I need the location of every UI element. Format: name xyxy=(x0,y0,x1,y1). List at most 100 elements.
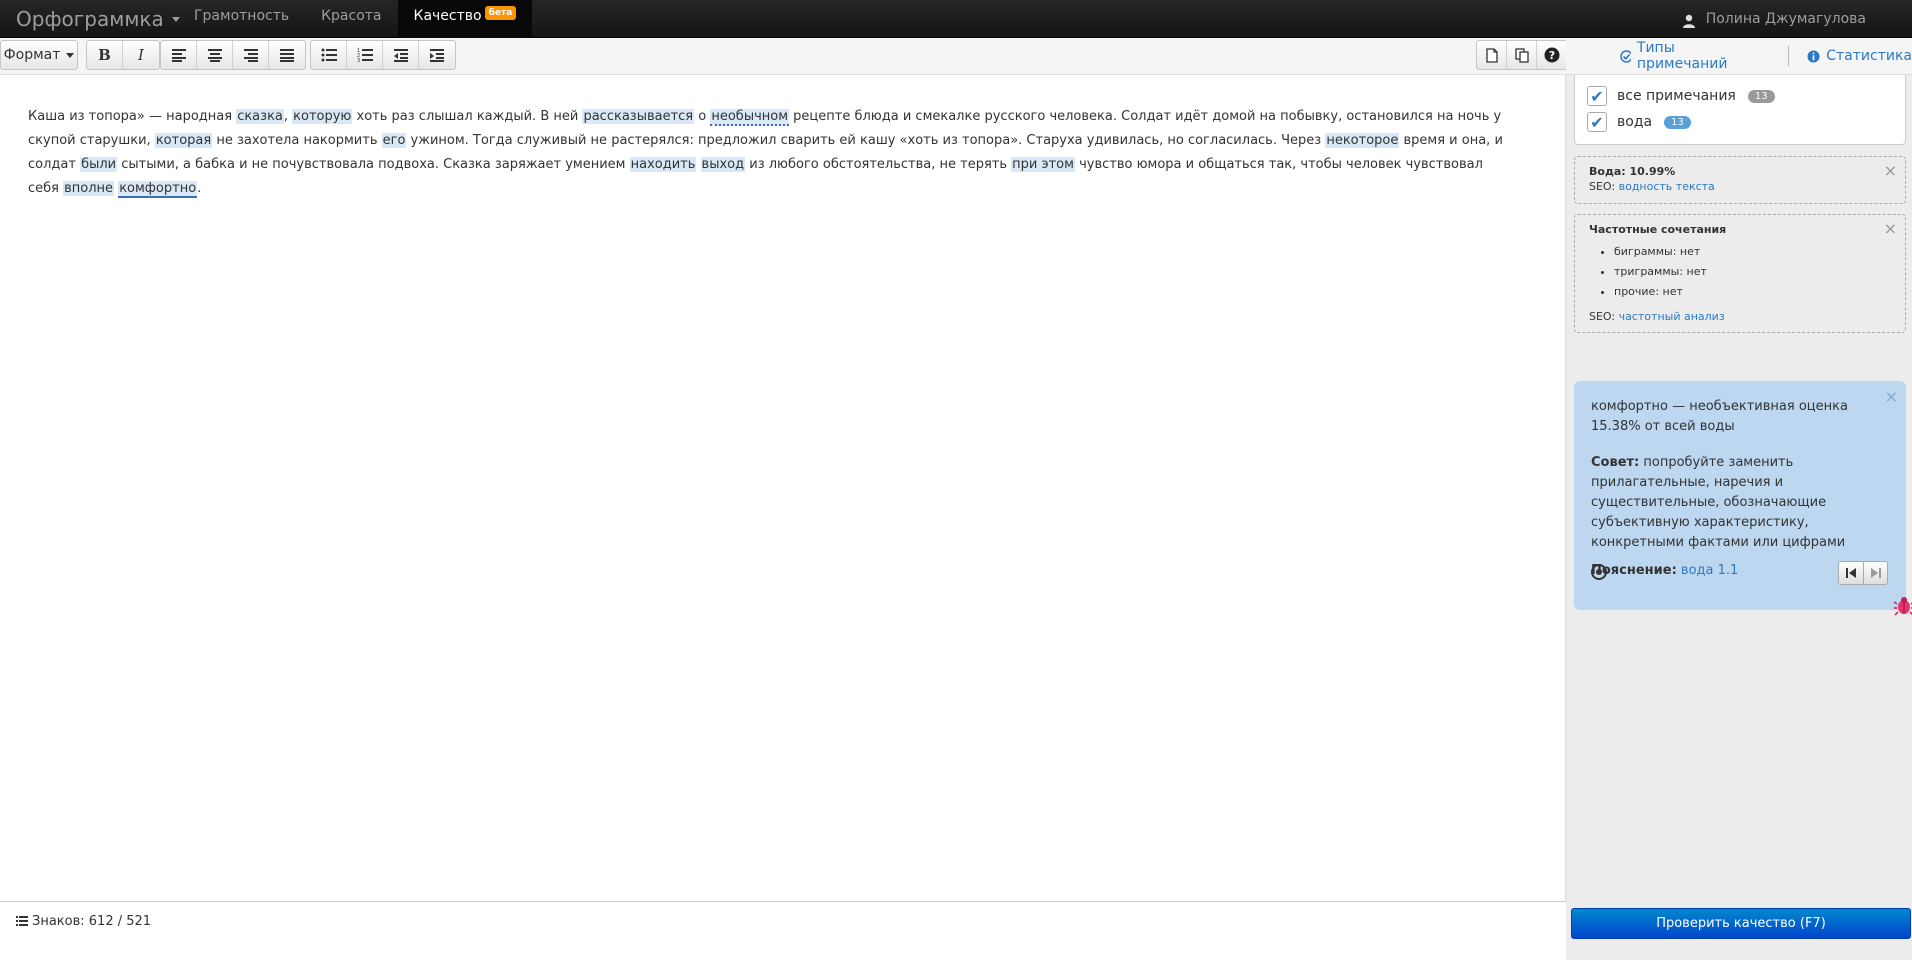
highlighted-word[interactable]: при этом xyxy=(1011,157,1075,172)
format-label: Формат xyxy=(3,47,61,63)
water-seo: SEO: водность текста xyxy=(1589,180,1891,193)
highlighted-word[interactable]: выход xyxy=(700,157,746,172)
copy-button[interactable] xyxy=(1507,41,1537,69)
text-segment: , xyxy=(283,109,293,124)
checkbox-checked-icon[interactable]: ✔ xyxy=(1587,112,1607,132)
tip-navigation xyxy=(1838,561,1888,585)
target-icon[interactable] xyxy=(1591,564,1607,580)
sidebar-header: Типы примечаний Статистика xyxy=(1566,38,1912,75)
align-left-icon xyxy=(171,49,186,62)
brand-menu[interactable]: Орфограммка xyxy=(16,0,180,38)
chevron-down-icon xyxy=(66,52,75,58)
highlighted-word[interactable]: некоторое xyxy=(1325,133,1400,148)
file-icon xyxy=(1485,47,1498,63)
brand-name: Орфограммка xyxy=(16,7,164,31)
seo-water-link[interactable]: водность текста xyxy=(1619,180,1715,193)
water-card: × Вода: 10.99% SEO: водность текста xyxy=(1574,156,1906,204)
svg-text:3: 3 xyxy=(357,58,360,62)
align-left-button[interactable] xyxy=(161,41,197,69)
highlighted-word[interactable]: рассказывается xyxy=(582,109,695,124)
close-icon[interactable]: × xyxy=(1885,387,1898,407)
bug-icon[interactable] xyxy=(1894,596,1912,616)
text-segment: . xyxy=(197,181,202,196)
tab-quality[interactable]: Качество бета xyxy=(397,0,533,38)
outdent-button[interactable] xyxy=(383,41,419,69)
list-item: прочие: нет xyxy=(1614,282,1891,302)
close-icon[interactable]: × xyxy=(1884,219,1897,238)
filter-water[interactable]: ✔ вода 13 xyxy=(1587,109,1893,135)
numbered-list-button[interactable]: 123 xyxy=(347,41,383,69)
align-right-button[interactable] xyxy=(233,41,269,69)
indent-button[interactable] xyxy=(419,41,455,69)
editor-text[interactable]: Каша из топора» — народная сказка, котор… xyxy=(28,105,1518,201)
frequency-seo: SEO: частотный анализ xyxy=(1589,310,1891,323)
highlighted-word[interactable]: которую xyxy=(292,109,353,124)
highlighted-word[interactable]: которая xyxy=(154,133,213,148)
explain-link[interactable]: вода 1.1 xyxy=(1681,563,1738,578)
prev-tip-button[interactable] xyxy=(1839,562,1863,584)
align-center-button[interactable] xyxy=(197,41,233,69)
highlighted-word[interactable]: его xyxy=(381,133,407,148)
highlighted-word[interactable]: были xyxy=(80,157,118,172)
align-group xyxy=(160,40,306,70)
user-menu[interactable]: Полина Джумагулова xyxy=(1682,0,1866,38)
highlighted-word[interactable]: находить xyxy=(629,157,697,172)
check-quality-button[interactable]: Проверить качество (F7) xyxy=(1571,908,1911,939)
text-segment: сытыми, а бабка и не почувствовала подво… xyxy=(117,157,630,172)
highlighted-word[interactable]: вполне xyxy=(63,181,115,196)
tip-headline-rest: — необъективная оценка xyxy=(1667,399,1848,414)
list-item: биграммы: нет xyxy=(1614,242,1891,262)
seo-frequency-link[interactable]: частотный анализ xyxy=(1619,310,1725,323)
help-icon: ? xyxy=(1544,47,1560,63)
text-editor[interactable]: Каша из топора» — народная сказка, котор… xyxy=(0,75,1566,901)
main-nav: Грамотность Красота Качество бета xyxy=(178,0,533,38)
tab-spelling[interactable]: Грамотность xyxy=(178,0,305,38)
char-count-text: Знаков: 612 / 521 xyxy=(32,914,152,929)
tab-note-types[interactable]: Типы примечаний xyxy=(1620,40,1748,72)
highlighted-word[interactable]: необычном xyxy=(710,109,790,126)
format-dropdown[interactable]: Формат xyxy=(1,41,77,69)
list-item: триграммы: нет xyxy=(1614,262,1891,282)
editor-toolbar: Формат B I 123 ? xyxy=(0,38,1568,75)
close-icon[interactable]: × xyxy=(1884,161,1897,180)
tab-note-types-label: Типы примечаний xyxy=(1636,40,1728,72)
skip-back-icon xyxy=(1846,568,1856,578)
checkbox-checked-icon[interactable]: ✔ xyxy=(1587,86,1607,106)
tip-card: × комфортно — необъективная оценка 15.38… xyxy=(1574,381,1912,616)
align-justify-button[interactable] xyxy=(269,41,305,69)
filter-label: все примечания xyxy=(1617,88,1736,104)
bullet-list-button[interactable] xyxy=(311,41,347,69)
highlighted-word[interactable]: сказка xyxy=(236,109,284,124)
count-badge: 13 xyxy=(1747,89,1775,103)
user-icon xyxy=(1682,14,1695,28)
tip-word: комфортно xyxy=(1591,399,1668,414)
format-group: Формат xyxy=(0,40,78,70)
bold-button[interactable]: B xyxy=(87,41,123,69)
svg-text:?: ? xyxy=(1549,49,1555,62)
bullet-list-icon xyxy=(321,48,337,62)
tab-statistics[interactable]: Статистика xyxy=(1807,48,1912,64)
tab-beauty[interactable]: Красота xyxy=(305,0,397,38)
italic-button[interactable]: I xyxy=(123,41,159,69)
text-segment: ужином. Тогда служивый не растерялся: пр… xyxy=(406,133,1326,148)
numbered-list-icon: 123 xyxy=(357,48,373,62)
count-badge: 13 xyxy=(1664,115,1691,129)
advice-label: Совет: xyxy=(1591,455,1640,470)
text-segment: Каша из топора» — народная xyxy=(28,109,237,124)
text-segment: из любого обстоятельства, не терять xyxy=(745,157,1012,172)
help-button[interactable]: ? xyxy=(1537,41,1567,69)
new-document-button[interactable] xyxy=(1477,41,1507,69)
tab-label: Грамотность xyxy=(194,8,290,24)
user-name: Полина Джумагулова xyxy=(1705,10,1866,27)
tip-headline: комфортно — необъективная оценка xyxy=(1591,397,1889,417)
filter-all-notes[interactable]: ✔ все примечания 13 xyxy=(1587,83,1893,109)
seo-prefix: SEO: xyxy=(1589,310,1619,323)
next-tip-button[interactable] xyxy=(1863,562,1887,584)
tab-label: Красота xyxy=(321,8,382,24)
seo-prefix: SEO: xyxy=(1589,180,1619,193)
copy-icon xyxy=(1514,47,1529,63)
tip-advice: Совет: попробуйте заменить прилагательны… xyxy=(1591,453,1889,553)
char-counter: Знаков: 612 / 521 xyxy=(16,914,151,929)
check-quality-label: Проверить качество (F7) xyxy=(1656,916,1826,931)
highlighted-word[interactable]: комфортно xyxy=(118,181,198,198)
